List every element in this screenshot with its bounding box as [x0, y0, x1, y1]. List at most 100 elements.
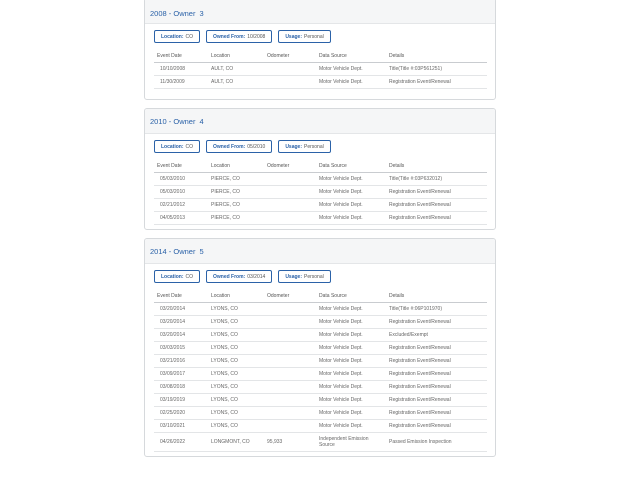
cell-data-source: Motor Vehicle Dept. [317, 367, 387, 381]
owner-year: 2008 [150, 8, 167, 18]
location-pill[interactable]: Location: CO [154, 140, 200, 153]
cell-data-source: Motor Vehicle Dept. [317, 211, 387, 225]
cell-data-source: Motor Vehicle Dept. [317, 380, 387, 394]
cell-data-source: Motor Vehicle Dept. [317, 419, 387, 433]
cell-location: AULT, CO [209, 62, 265, 76]
column-header-location: Location [209, 50, 265, 63]
events-table: Event Date Location Odometer Data Source Det… [154, 50, 487, 89]
location-pill[interactable]: Location: CO [154, 270, 200, 283]
cell-details: Registration Event/Renewal [387, 341, 487, 355]
ownership-history: 2008 - Owner 3 Location: CO Owned From: 10… [144, 0, 496, 465]
cell-odometer [265, 328, 317, 342]
table-row: 05/03/2010 PIERCE, CO Motor Vehicle Dept. T… [154, 172, 487, 186]
cell-event-date: 02/21/2012 [154, 198, 209, 212]
cell-odometer [265, 302, 317, 316]
cell-odometer [265, 62, 317, 76]
owner-year: 2010 [150, 116, 167, 126]
cell-details: Registration Event/Renewal [387, 315, 487, 329]
cell-details: Registration Event/Renewal [387, 211, 487, 225]
cell-odometer [265, 198, 317, 212]
cell-odometer [265, 419, 317, 433]
cell-odometer [265, 341, 317, 355]
table-row: 03/20/2014 LYONS, CO Motor Vehicle Dept. Ti… [154, 302, 487, 316]
cell-event-date: 02/25/2020 [154, 406, 209, 420]
cell-data-source: Motor Vehicle Dept. [317, 406, 387, 420]
cell-details: Registration Event/Renewal [387, 419, 487, 433]
owned-from-pill[interactable]: Owned From: 10/2008 [206, 30, 273, 43]
cell-event-date: 11/30/2009 [154, 75, 209, 89]
owner-card: 2010 - Owner 4 Location: CO Owned From: 05… [144, 108, 496, 230]
column-header-event-date: Event Date [154, 50, 209, 63]
table-row: 03/09/2017 LYONS, CO Motor Vehicle Dept. Re… [154, 367, 487, 381]
cell-data-source: Motor Vehicle Dept. [317, 341, 387, 355]
table-row: 11/30/2009 AULT, CO Motor Vehicle Dept. Reg… [154, 75, 487, 89]
owner-label: Owner [173, 246, 196, 256]
events-table: Event Date Location Odometer Data Source Det… [154, 290, 487, 452]
cell-event-date: 05/03/2010 [154, 172, 209, 186]
usage-pill[interactable]: Usage: Personal [278, 140, 331, 153]
cell-odometer [265, 367, 317, 381]
table-row: 03/03/2015 LYONS, CO Motor Vehicle Dept. Re… [154, 341, 487, 355]
cell-details: Title(Title #:03P561251) [387, 62, 487, 76]
owner-number: 5 [199, 246, 204, 256]
owned-from-pill[interactable]: Owned From: 05/2010 [206, 140, 273, 153]
cell-details: Registration Event/Renewal [387, 393, 487, 407]
cell-data-source: Motor Vehicle Dept. [317, 393, 387, 407]
cell-event-date: 03/10/2021 [154, 419, 209, 433]
cell-data-source: Motor Vehicle Dept. [317, 185, 387, 199]
cell-details: Title(Title #:03P632012) [387, 172, 487, 186]
cell-event-date: 04/05/2013 [154, 211, 209, 225]
column-header-odometer: Odometer [265, 160, 317, 173]
cell-location: LYONS, CO [209, 328, 265, 342]
cell-location: LYONS, CO [209, 367, 265, 381]
column-header-data-source: Data Source [317, 50, 387, 63]
owner-year: 2014 [150, 246, 167, 256]
owner-card-body: Location: CO Owned From: 10/2008 Usage: Per… [145, 24, 495, 93]
cell-data-source: Motor Vehicle Dept. [317, 328, 387, 342]
table-row: 03/19/2019 LYONS, CO Motor Vehicle Dept. Re… [154, 393, 487, 407]
owner-card-header: 2014 - Owner 5 [145, 239, 495, 264]
column-header-details: Details [387, 160, 487, 173]
column-header-details: Details [387, 50, 487, 63]
owner-summary: Location: CO Owned From: 10/2008 Usage: Per… [154, 30, 487, 43]
cell-data-source: Motor Vehicle Dept. [317, 172, 387, 186]
column-header-odometer: Odometer [265, 290, 317, 303]
column-header-data-source: Data Source [317, 290, 387, 303]
owner-summary: Location: CO Owned From: 05/2010 Usage: Per… [154, 140, 487, 153]
owner-card-header: 2010 - Owner 4 [145, 109, 495, 134]
cell-data-source: Motor Vehicle Dept. [317, 302, 387, 316]
cell-odometer [265, 354, 317, 368]
cell-event-date: 03/19/2019 [154, 393, 209, 407]
column-header-location: Location [209, 160, 265, 173]
cell-data-source: Motor Vehicle Dept. [317, 75, 387, 89]
usage-pill[interactable]: Usage: Personal [278, 270, 331, 283]
cell-details: Title(Title #:06P101970) [387, 302, 487, 316]
table-row: 03/21/2016 LYONS, CO Motor Vehicle Dept. Re… [154, 354, 487, 368]
cell-event-date: 10/10/2008 [154, 62, 209, 76]
location-pill[interactable]: Location: CO [154, 30, 200, 43]
owner-card-body: Location: CO Owned From: 05/2010 Usage: Per… [145, 134, 495, 229]
cell-event-date: 05/03/2010 [154, 185, 209, 199]
table-row: 02/25/2020 LYONS, CO Motor Vehicle Dept. Re… [154, 406, 487, 420]
table-row: 03/08/2018 LYONS, CO Motor Vehicle Dept. Re… [154, 380, 487, 394]
owner-number: 3 [199, 8, 204, 18]
cell-odometer: 95,933 [265, 432, 317, 452]
cell-details: Registration Event/Renewal [387, 185, 487, 199]
owner-summary: Location: CO Owned From: 03/2014 Usage: Per… [154, 270, 487, 283]
owned-from-pill[interactable]: Owned From: 03/2014 [206, 270, 273, 283]
cell-data-source: Motor Vehicle Dept. [317, 315, 387, 329]
cell-event-date: 03/03/2015 [154, 341, 209, 355]
column-header-event-date: Event Date [154, 290, 209, 303]
owner-label: Owner [173, 8, 196, 18]
cell-location: LYONS, CO [209, 302, 265, 316]
table-row: 03/20/2014 LYONS, CO Motor Vehicle Dept. Ex… [154, 328, 487, 342]
cell-details: Passed Emission Inspection [387, 432, 487, 452]
cell-location: LYONS, CO [209, 315, 265, 329]
usage-pill[interactable]: Usage: Personal [278, 30, 331, 43]
cell-event-date: 03/21/2016 [154, 354, 209, 368]
table-header-row: Event Date Location Odometer Data Source Det… [154, 160, 487, 173]
cell-event-date: 03/20/2014 [154, 315, 209, 329]
column-header-event-date: Event Date [154, 160, 209, 173]
table-header-row: Event Date Location Odometer Data Source Det… [154, 290, 487, 303]
column-header-data-source: Data Source [317, 160, 387, 173]
